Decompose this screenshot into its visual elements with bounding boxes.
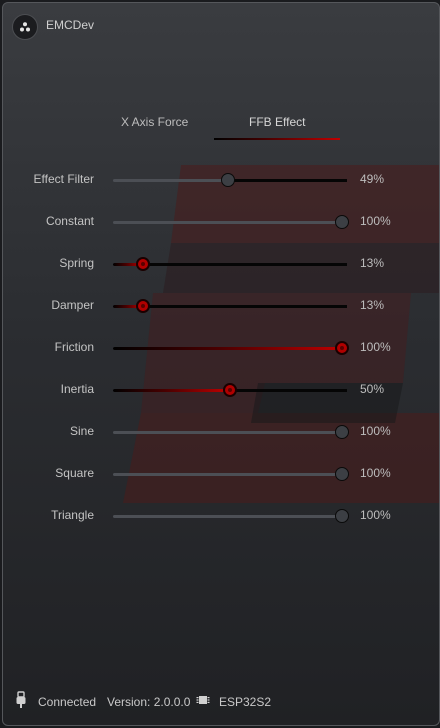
effect-label: Damper <box>51 298 94 312</box>
slider-fill <box>113 347 347 350</box>
slider-handle[interactable] <box>136 257 150 271</box>
effect-value: 13% <box>360 256 385 270</box>
version-text: Version: 2.0.0.0 <box>107 695 191 709</box>
effect-label: Sine <box>69 424 94 438</box>
effect-value: 100% <box>360 508 391 522</box>
app-logo-icon <box>12 14 38 40</box>
slider-handle[interactable] <box>335 425 349 439</box>
slider-remainder <box>143 305 347 308</box>
tab-x-axis-force[interactable]: X Axis Force <box>121 115 188 129</box>
tab-bar: X Axis Force FFB Effect <box>3 111 439 145</box>
effect-slider[interactable] <box>113 173 347 187</box>
slider-handle[interactable] <box>335 341 349 355</box>
status-bar: Connected Version: 2.0.0.0 ESP32S2 <box>3 687 439 715</box>
board-name: ESP32S2 <box>219 695 272 709</box>
effect-label: Spring <box>59 256 94 270</box>
effect-value: 100% <box>360 340 391 354</box>
effect-row: Triangle 100% <box>3 497 439 539</box>
slider-handle[interactable] <box>335 509 349 523</box>
slider-handle[interactable] <box>221 173 235 187</box>
slider-fill <box>113 389 230 392</box>
connection-status: Connected <box>38 695 97 709</box>
effect-value: 100% <box>360 424 391 438</box>
slider-handle[interactable] <box>335 215 349 229</box>
slider-remainder <box>143 263 347 266</box>
effect-value: 50% <box>360 382 385 396</box>
effect-row: Sine 100% <box>3 413 439 455</box>
effect-row: Damper 13% <box>3 287 439 329</box>
slider-handle[interactable] <box>335 467 349 481</box>
effect-label: Triangle <box>51 508 94 522</box>
effect-value: 13% <box>360 298 385 312</box>
effect-slider[interactable] <box>113 215 349 229</box>
effect-label: Constant <box>45 214 94 228</box>
active-tab-indicator <box>214 138 340 140</box>
chip-icon <box>196 693 210 710</box>
tab-ffb-effect[interactable]: FFB Effect <box>249 115 305 129</box>
effect-label: Effect Filter <box>33 172 94 186</box>
effect-row: Spring 13% <box>3 245 439 287</box>
effect-slider[interactable] <box>113 425 349 439</box>
slider-handle[interactable] <box>223 383 237 397</box>
effect-row: Effect Filter 49% <box>3 161 439 203</box>
effect-value: 100% <box>360 466 391 480</box>
effect-slider[interactable] <box>113 509 349 523</box>
effect-label: Friction <box>54 340 94 354</box>
title-bar: EMCDev <box>3 3 439 47</box>
effect-row: Inertia 50% <box>3 371 439 413</box>
app-title: EMCDev <box>46 18 95 32</box>
effect-value: 49% <box>360 172 385 186</box>
app-window: EMCDev X Axis Force FFB Effect Effect Fi… <box>2 2 440 726</box>
slider-remainder <box>228 179 347 182</box>
effect-slider[interactable] <box>113 257 347 271</box>
effect-slider[interactable] <box>113 383 347 397</box>
effect-row: Constant 100% <box>3 203 439 245</box>
effect-row: Square 100% <box>3 455 439 497</box>
effect-label: Square <box>55 466 94 480</box>
effect-label: Inertia <box>60 382 94 396</box>
effect-row: Friction 100% <box>3 329 439 371</box>
usb-plug-icon <box>15 691 27 712</box>
effect-value: 100% <box>360 214 391 228</box>
effect-slider[interactable] <box>113 299 347 313</box>
slider-remainder <box>230 389 347 392</box>
effect-slider[interactable] <box>113 341 349 355</box>
slider-handle[interactable] <box>136 299 150 313</box>
effect-slider[interactable] <box>113 467 349 481</box>
